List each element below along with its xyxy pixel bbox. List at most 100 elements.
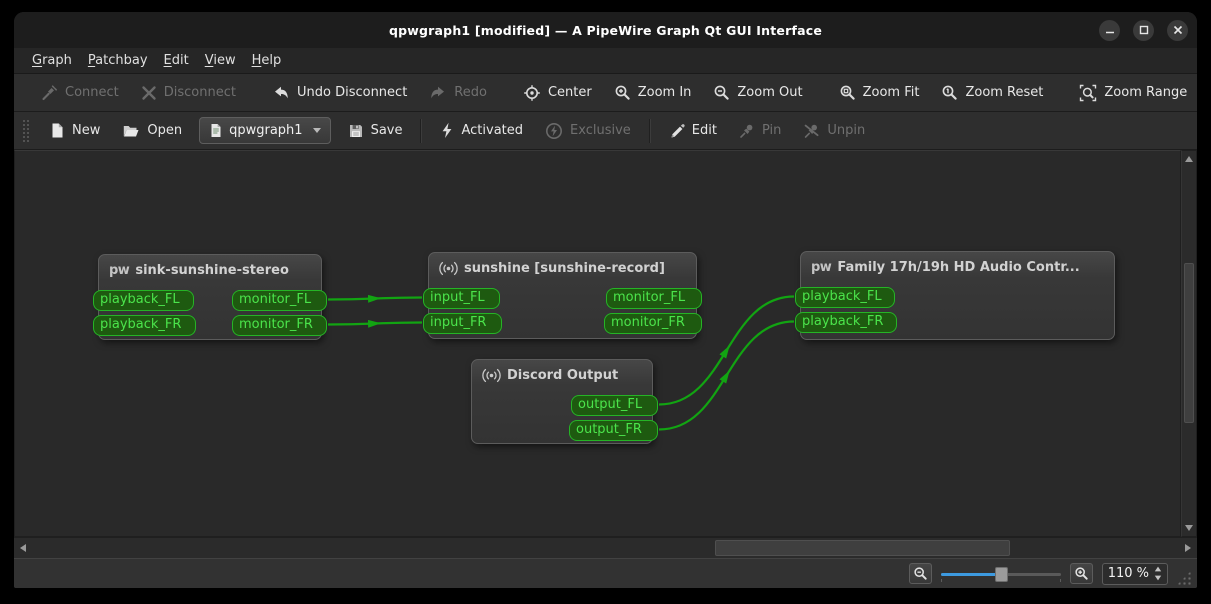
scroll-left-button[interactable] xyxy=(14,538,32,558)
graph-node[interactable]: sunshine [sunshine-record] input_FL input_… xyxy=(423,252,702,339)
menu-edit[interactable]: Edit xyxy=(156,51,197,70)
zoom-in-icon xyxy=(615,85,630,100)
horizontal-scrollbar[interactable] xyxy=(14,537,1197,558)
slider-tick xyxy=(941,578,942,582)
zoom-in-small-button[interactable] xyxy=(1070,563,1093,584)
toolbar-separator xyxy=(648,118,651,143)
graph-port[interactable]: playback_FL xyxy=(93,290,194,311)
pin-button[interactable]: Pin xyxy=(731,117,789,145)
graph-port[interactable]: playback_FL xyxy=(795,287,895,308)
node-header: pw sink-sunshine-stereo xyxy=(99,255,321,278)
center-button[interactable]: Center xyxy=(515,79,600,107)
exclusive-bolt-icon xyxy=(546,122,563,139)
slider-tick xyxy=(1060,578,1061,582)
zoom-slider-fill xyxy=(941,572,1001,576)
center-icon xyxy=(524,84,540,101)
graph-port[interactable]: playback_FR xyxy=(93,315,196,336)
scroll-up-button[interactable] xyxy=(1182,151,1196,167)
zoom-range-button[interactable]: Zoom Range xyxy=(1071,79,1195,107)
close-button[interactable] xyxy=(1167,19,1188,41)
graph-port[interactable]: monitor_FR xyxy=(604,313,702,334)
edit-button[interactable]: Edit xyxy=(661,117,725,145)
scroll-down-button[interactable] xyxy=(1182,520,1196,536)
activated-button[interactable]: Activated xyxy=(432,117,531,145)
graph-port[interactable]: monitor_FL xyxy=(606,288,702,309)
menu-view[interactable]: View xyxy=(197,51,244,70)
zoom-in-icon xyxy=(1075,567,1088,580)
zoom-slider-handle[interactable] xyxy=(995,566,1008,582)
graph-node[interactable]: pw Family 17h/19h HD Audio Contr... playba… xyxy=(795,251,1115,340)
menu-patchbay[interactable]: Patchbay xyxy=(80,51,156,70)
vertical-scroll-thumb[interactable] xyxy=(1184,263,1194,423)
arrow-up-icon xyxy=(1185,156,1193,162)
unpin-icon xyxy=(805,124,819,138)
maximize-button[interactable] xyxy=(1133,19,1154,41)
zoom-percent-spinbox[interactable]: 110 % xyxy=(1102,562,1168,585)
redo-icon xyxy=(431,86,445,98)
horizontal-scroll-trough[interactable] xyxy=(32,538,1179,558)
node-title: sunshine [sunshine-record] xyxy=(464,261,665,276)
patchbay-toolbar: New Open qpwgraph1 Save Activated Exclus… xyxy=(14,112,1197,150)
vertical-scroll-trough[interactable] xyxy=(1182,167,1196,520)
disconnect-button[interactable]: Disconnect xyxy=(133,79,244,107)
redo-button[interactable]: Redo xyxy=(421,79,495,107)
zoom-slider[interactable] xyxy=(941,565,1061,583)
window-resize-grip[interactable] xyxy=(1177,571,1191,585)
exclusive-button[interactable]: Exclusive xyxy=(537,117,639,145)
toolbar-separator xyxy=(420,118,423,143)
graph-port[interactable]: output_FR xyxy=(569,420,658,441)
zoom-in-button[interactable]: Zoom In xyxy=(606,79,700,107)
graph-node[interactable]: Discord Output output_FL output_FR xyxy=(471,359,658,444)
zoom-out-button[interactable]: Zoom Out xyxy=(705,79,810,107)
graph-port[interactable]: monitor_FL xyxy=(232,290,327,311)
close-icon xyxy=(1173,25,1182,35)
zoom-fit-button[interactable]: Zoom Fit xyxy=(831,79,928,107)
vertical-scrollbar[interactable] xyxy=(1181,150,1197,537)
spin-down-icon xyxy=(1154,575,1162,581)
arrow-right-icon xyxy=(1185,544,1191,552)
minimize-button[interactable] xyxy=(1099,19,1120,41)
broadcast-icon xyxy=(482,368,501,383)
minimize-icon xyxy=(1105,31,1114,34)
edit-pencil-icon xyxy=(671,123,685,138)
zoom-reset-button[interactable]: Zoom Reset xyxy=(933,79,1051,107)
node-title: sink-sunshine-stereo xyxy=(135,263,289,278)
graph-port[interactable]: input_FR xyxy=(423,313,502,334)
graph-port[interactable]: output_FL xyxy=(571,395,658,416)
connection-wire[interactable] xyxy=(327,319,423,328)
spinbox-arrows[interactable] xyxy=(1154,566,1163,581)
menu-help[interactable]: Help xyxy=(244,51,290,70)
patchbay-selector-value: qpwgraph1 xyxy=(229,123,303,138)
status-bar: 110 % xyxy=(14,558,1197,588)
graph-node[interactable]: pw sink-sunshine-stereo playback_FLplaybac… xyxy=(93,254,327,340)
connection-wire[interactable] xyxy=(327,294,423,303)
zoom-out-icon xyxy=(715,85,730,100)
arrow-down-icon xyxy=(1185,525,1193,531)
graph-port[interactable]: input_FL xyxy=(423,288,500,309)
open-button[interactable]: Open xyxy=(114,117,190,145)
menu-bar: Graph Patchbay Edit View Help xyxy=(14,48,1197,74)
menu-graph[interactable]: Graph xyxy=(24,51,80,70)
graph-canvas[interactable]: pw sink-sunshine-stereo playback_FL playbac… xyxy=(14,150,1181,537)
window-controls xyxy=(1099,12,1188,48)
node-header: pw Family 17h/19h HD Audio Contr... xyxy=(801,252,1114,275)
horizontal-scroll-thumb[interactable] xyxy=(715,540,1010,556)
node-header: Discord Output xyxy=(472,360,652,383)
pin-icon xyxy=(740,124,753,138)
toolbar-drag-handle[interactable] xyxy=(22,118,30,143)
scroll-right-button[interactable] xyxy=(1179,538,1197,558)
zoom-out-small-button[interactable] xyxy=(909,563,932,584)
zoom-percent-value: 110 % xyxy=(1107,566,1149,581)
pipewire-icon: pw xyxy=(109,263,130,278)
new-file-icon xyxy=(52,123,63,138)
graph-port[interactable]: monitor_FR xyxy=(232,315,327,336)
new-button[interactable]: New xyxy=(41,117,108,145)
graph-port[interactable]: playback_FR xyxy=(795,312,897,333)
save-button[interactable]: Save xyxy=(340,117,411,145)
connect-button[interactable]: Connect xyxy=(33,79,127,107)
patchbay-selector-dropdown[interactable]: qpwgraph1 xyxy=(199,117,331,144)
window-titlebar[interactable]: qpwgraph1 [modified] — A PipeWire Graph … xyxy=(14,12,1197,48)
maximize-icon xyxy=(1139,25,1148,35)
undo-disconnect-button[interactable]: Undo Disconnect xyxy=(264,79,415,107)
unpin-button[interactable]: Unpin xyxy=(795,117,873,145)
